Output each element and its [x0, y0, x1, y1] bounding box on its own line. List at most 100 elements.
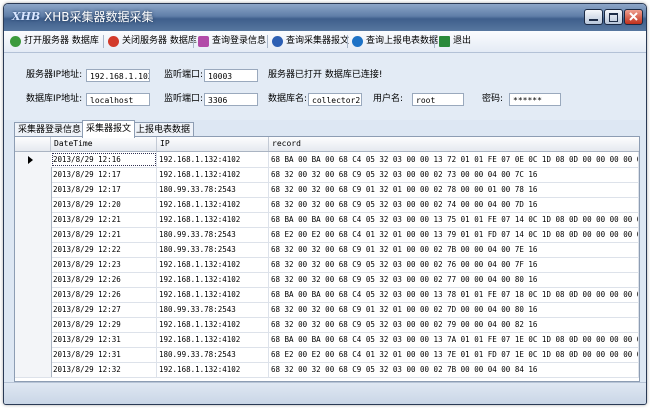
cell-record[interactable]: 68 BA 00 BA 00 68 C4 05 32 03 00 00 13 7…	[269, 332, 639, 347]
query-login-icon	[198, 36, 209, 47]
table-row[interactable]: 2013/8/29 12:17 192.168.1.132:4102 68 32 0…	[15, 167, 639, 183]
row-header[interactable]	[15, 317, 52, 332]
cell-datetime[interactable]: 2013/8/29 12:31	[51, 347, 157, 362]
table-row[interactable]: 2013/8/29 12:29 192.168.1.132:4102 68 32 0…	[15, 317, 639, 333]
db-name-label: 数据库名:	[268, 94, 308, 104]
cell-datetime[interactable]: 2013/8/29 12:26	[51, 287, 157, 302]
row-header[interactable]	[15, 347, 52, 362]
row-header[interactable]	[15, 362, 52, 377]
cell-record[interactable]: 68 32 00 32 00 68 C9 05 32 03 00 00 02 7…	[269, 272, 639, 287]
username-field[interactable]: root	[412, 93, 464, 106]
cell-ip[interactable]: 192.168.1.132:4102	[157, 152, 269, 167]
cell-datetime[interactable]: 2013/8/29 12:27	[51, 302, 157, 317]
cell-ip[interactable]: 192.168.1.132:4102	[157, 287, 269, 302]
tab-meter-data[interactable]: 上报电表数据	[132, 122, 195, 137]
cell-ip[interactable]: 180.99.33.78:2543	[157, 227, 269, 242]
cell-ip[interactable]: 192.168.1.132:4102	[157, 197, 269, 212]
table-row[interactable]: 2013/8/29 12:21 192.168.1.132:4102 68 BA 0…	[15, 212, 639, 228]
row-header[interactable]	[15, 197, 52, 212]
minimize-button[interactable]	[584, 9, 603, 25]
close-server-db-label: 关闭服务器 数据库	[122, 36, 197, 46]
status-bar	[4, 382, 646, 404]
row-header[interactable]	[15, 257, 52, 272]
table-row[interactable]: 2013/8/29 12:16 192.168.1.132:4102 68 BA 0…	[15, 152, 639, 168]
cell-ip[interactable]: 180.99.33.78:2543	[157, 242, 269, 257]
column-header-ip[interactable]: IP	[157, 137, 269, 151]
cell-datetime[interactable]: 2013/8/29 12:21	[51, 212, 157, 227]
close-server-icon	[108, 36, 119, 47]
cell-ip[interactable]: 180.99.33.78:2543	[157, 182, 269, 197]
tab-collector-packets[interactable]: 采集器报文	[82, 120, 136, 138]
cell-datetime[interactable]: 2013/8/29 12:22	[51, 242, 157, 257]
cell-record[interactable]: 68 E2 00 E2 00 68 C4 01 32 01 00 00 13 7…	[269, 227, 639, 242]
cell-record[interactable]: 68 32 00 32 00 68 C9 05 32 03 00 00 02 7…	[269, 197, 639, 212]
cell-datetime[interactable]: 2013/8/29 12:23	[51, 257, 157, 272]
column-header-record[interactable]: record	[269, 137, 639, 151]
cell-ip[interactable]: 192.168.1.132:4102	[157, 272, 269, 287]
maximize-button[interactable]	[604, 9, 623, 25]
db-port-field[interactable]: 3306	[204, 93, 258, 106]
cell-record[interactable]: 68 32 00 32 00 68 C9 01 32 01 00 00 02 7…	[269, 182, 639, 197]
cell-record[interactable]: 68 BA 00 BA 00 68 C4 05 32 03 00 00 13 7…	[269, 212, 639, 227]
row-header[interactable]	[15, 272, 52, 287]
table-row[interactable]: 2013/8/29 12:27 180.99.33.78:2543 68 32 00…	[15, 302, 639, 318]
table-row[interactable]: 2013/8/29 12:17 180.99.33.78:2543 68 32 00…	[15, 182, 639, 198]
db-name-field[interactable]: collector2	[308, 93, 362, 106]
cell-ip[interactable]: 192.168.1.132:4102	[157, 212, 269, 227]
row-header[interactable]	[15, 287, 52, 302]
tab-collector-login[interactable]: 采集器登录信息	[14, 122, 86, 137]
table-row[interactable]: 2013/8/29 12:20 192.168.1.132:4102 68 32 0…	[15, 197, 639, 213]
cell-record[interactable]: 68 E2 00 E2 00 68 C4 01 32 01 00 00 13 7…	[269, 347, 639, 362]
table-row[interactable]: 2013/8/29 12:23 192.168.1.132:4102 68 32 0…	[15, 257, 639, 273]
cell-ip[interactable]: 180.99.33.78:2543	[157, 302, 269, 317]
cell-record[interactable]: 68 32 00 32 00 68 C9 05 32 03 00 00 02 7…	[269, 257, 639, 272]
row-header[interactable]	[15, 227, 52, 242]
row-header[interactable]	[15, 242, 52, 257]
cell-record[interactable]: 68 BA 00 BA 00 68 C4 05 32 03 00 00 13 7…	[269, 152, 639, 167]
cell-datetime[interactable]: 2013/8/29 12:17	[51, 182, 157, 197]
table-row[interactable]: 2013/8/29 12:26 192.168.1.132:4102 68 BA 0…	[15, 287, 639, 303]
cell-record[interactable]: 68 32 00 32 00 68 C9 05 32 03 00 00 02 7…	[269, 167, 639, 182]
table-row[interactable]: 2013/8/29 12:22 180.99.33.78:2543 68 32 00…	[15, 242, 639, 258]
table-row[interactable]: 2013/8/29 12:31 192.168.1.132:4102 68 BA 0…	[15, 332, 639, 348]
cell-record[interactable]: 68 32 00 32 00 68 C9 01 32 01 00 00 02 7…	[269, 242, 639, 257]
cell-datetime[interactable]: 2013/8/29 12:17	[51, 167, 157, 182]
row-header[interactable]	[15, 152, 52, 167]
cell-ip[interactable]: 192.168.1.132:4102	[157, 257, 269, 272]
cell-datetime[interactable]: 2013/8/29 12:21	[51, 227, 157, 242]
cell-record[interactable]: 68 32 00 32 00 68 C9 05 32 03 00 00 02 7…	[269, 317, 639, 332]
row-header[interactable]	[15, 167, 52, 182]
password-field[interactable]: ******	[509, 93, 561, 106]
cell-ip[interactable]: 180.99.33.78:2543	[157, 347, 269, 362]
cell-ip[interactable]: 192.168.1.132:4102	[157, 362, 269, 377]
row-header[interactable]	[15, 332, 52, 347]
cell-ip[interactable]: 192.168.1.132:4102	[157, 317, 269, 332]
cell-datetime[interactable]: 2013/8/29 12:26	[51, 272, 157, 287]
title-bar[interactable]: XHB XHB采集器数据采集	[4, 4, 646, 31]
close-window-button[interactable]	[624, 9, 643, 25]
table-row[interactable]: 2013/8/29 12:31 180.99.33.78:2543 68 E2 00…	[15, 347, 639, 363]
row-header[interactable]	[15, 302, 52, 317]
info-icon	[352, 36, 363, 47]
db-ip-field[interactable]: localhost	[86, 93, 150, 106]
table-row[interactable]: 2013/8/29 12:21 180.99.33.78:2543 68 E2 00…	[15, 227, 639, 243]
table-row[interactable]: 2013/8/29 12:26 192.168.1.132:4102 68 32 0…	[15, 272, 639, 288]
cell-ip[interactable]: 192.168.1.132:4102	[157, 167, 269, 182]
cell-ip[interactable]: 192.168.1.132:4102	[157, 332, 269, 347]
column-header-datetime[interactable]: DateTime	[51, 137, 157, 151]
listen-port-field[interactable]: 10003	[204, 69, 258, 82]
cell-datetime[interactable]: 2013/8/29 12:29	[51, 317, 157, 332]
row-header[interactable]	[15, 212, 52, 227]
cell-datetime[interactable]: 2013/8/29 12:20	[51, 197, 157, 212]
cell-datetime[interactable]: 2013/8/29 12:16	[51, 152, 157, 167]
cell-datetime[interactable]: 2013/8/29 12:31	[51, 332, 157, 347]
row-header[interactable]	[15, 182, 52, 197]
cell-record[interactable]: 68 32 00 32 00 68 C9 01 32 01 00 00 02 7…	[269, 302, 639, 317]
table-row[interactable]: 2013/8/29 12:32 192.168.1.132:4102 68 32 0…	[15, 362, 639, 378]
packet-grid[interactable]: DateTime IP record 2013/8/29 12:16 192.16…	[14, 136, 640, 382]
toolbar-separator	[434, 35, 435, 48]
server-ip-field[interactable]: 192.168.1.103	[86, 69, 150, 82]
cell-record[interactable]: 68 32 00 32 00 68 C9 05 32 03 00 00 02 7…	[269, 362, 639, 377]
cell-datetime[interactable]: 2013/8/29 12:32	[51, 362, 157, 377]
cell-record[interactable]: 68 BA 00 BA 00 68 C4 05 32 03 00 00 13 7…	[269, 287, 639, 302]
